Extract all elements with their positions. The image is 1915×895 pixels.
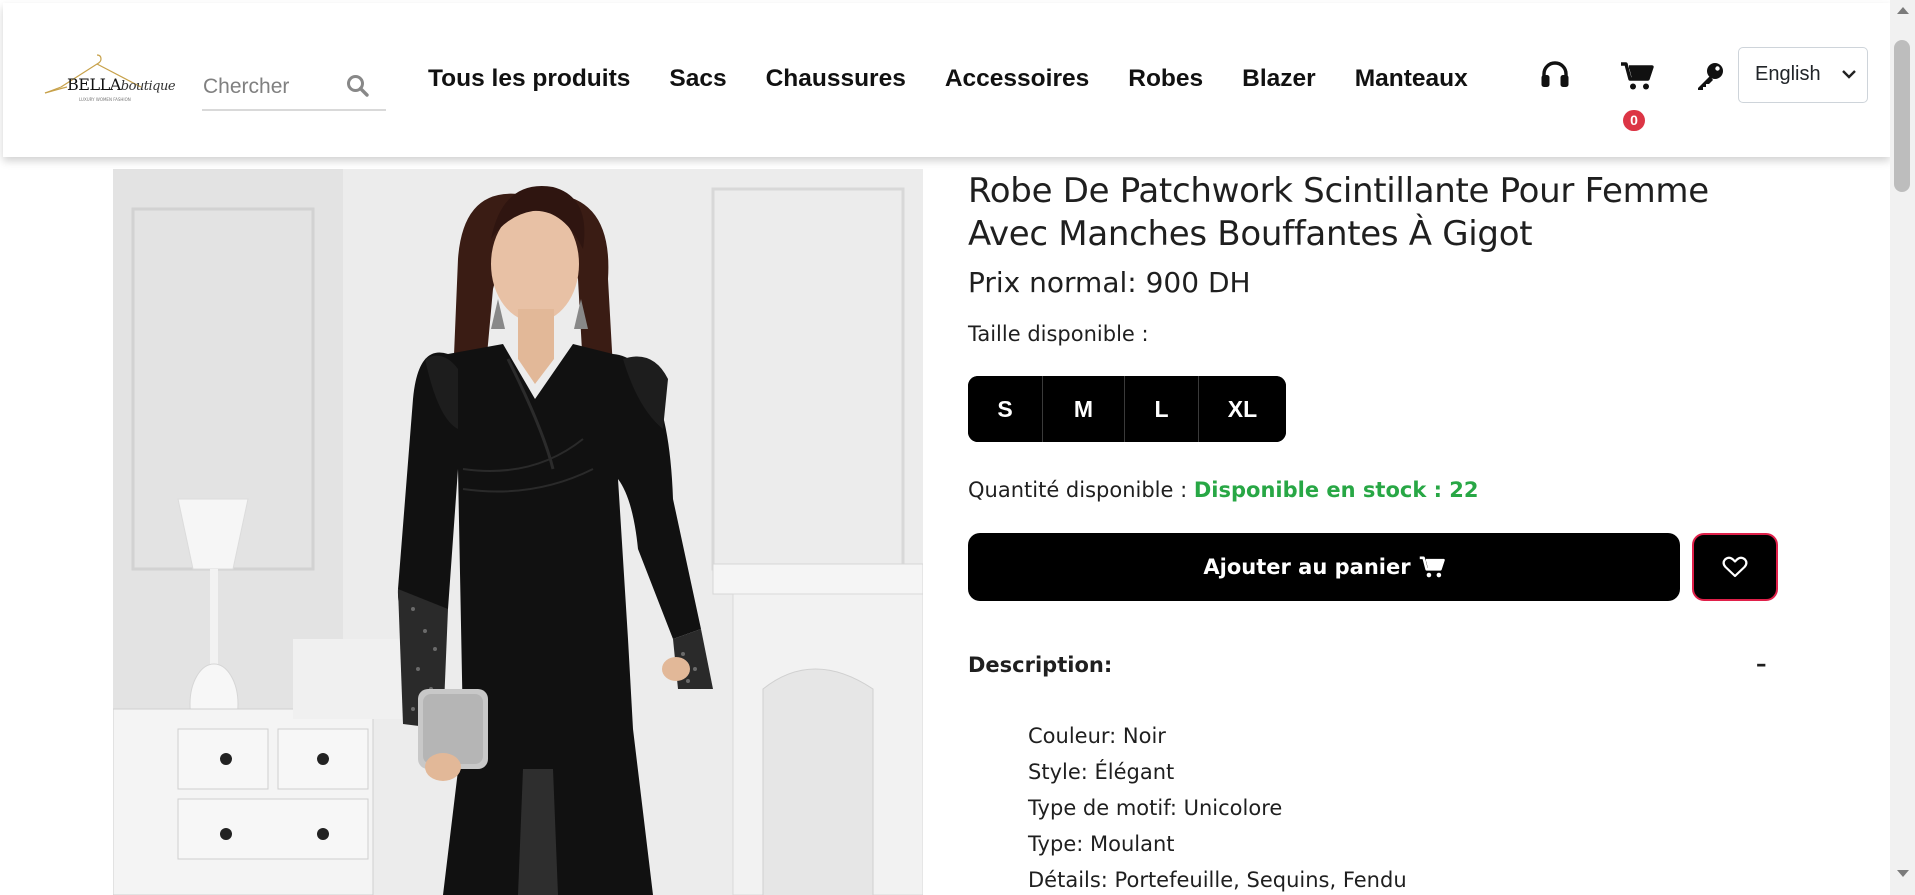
stock-status: Disponible en stock : 22 — [1193, 478, 1479, 502]
size-option-s[interactable]: S — [968, 376, 1042, 442]
scroll-up-arrow-icon[interactable] — [1897, 7, 1909, 14]
description-item: Couleur: Noir — [1028, 724, 1166, 748]
scroll-thumb[interactable] — [1894, 40, 1910, 192]
scroll-down-arrow-icon[interactable] — [1897, 870, 1909, 877]
logo-script: boutique — [120, 79, 176, 94]
product-image[interactable] — [113, 169, 923, 895]
description-title: Description: — [968, 653, 1113, 677]
page-scrollbar[interactable] — [1890, 0, 1915, 895]
size-option-xl[interactable]: XL — [1198, 376, 1286, 442]
wishlist-button[interactable] — [1692, 533, 1778, 601]
product-photo — [113, 169, 923, 895]
heart-icon — [1722, 556, 1748, 578]
logo-text: BELLAboutique — [67, 75, 176, 94]
add-to-cart-label: Ajouter au panier — [1203, 555, 1411, 579]
chevron-down-icon — [1842, 70, 1856, 79]
quantity-label: Quantité disponible : — [968, 478, 1188, 502]
size-option-l[interactable]: L — [1124, 376, 1198, 442]
description-item: Type: Moulant — [1028, 832, 1175, 856]
search-box — [202, 65, 386, 111]
product-page: BELLAboutique LUXURY WOMEN FASHION Tous … — [0, 0, 1915, 895]
size-selector: S M L XL — [968, 376, 1286, 442]
description-list: Couleur: Noir Style: Élégant Type de mot… — [1028, 718, 1407, 895]
nav-item-all-products[interactable]: Tous les produits — [428, 65, 630, 93]
collapse-icon: – — [1756, 652, 1767, 676]
size-option-m[interactable]: M — [1042, 376, 1124, 442]
product-price: Prix normal: 900 DH — [968, 266, 1251, 299]
add-to-cart-button[interactable]: Ajouter au panier — [968, 533, 1680, 601]
search-icon[interactable] — [345, 73, 371, 99]
cart-count-badge: 0 — [1623, 110, 1645, 131]
description-item: Détails: Portefeuille, Sequins, Fendu — [1028, 868, 1407, 892]
logo-brand: BELLA — [67, 75, 121, 94]
quantity-line: Quantité disponible : Disponible en stoc… — [968, 478, 1479, 502]
brand-logo[interactable]: BELLAboutique LUXURY WOMEN FASHION — [39, 49, 176, 109]
nav-item-bags[interactable]: Sacs — [669, 65, 726, 93]
description-toggle[interactable]: Description: – — [968, 650, 1768, 690]
nav-item-accessories[interactable]: Accessoires — [945, 65, 1089, 93]
description-item: Type de motif: Unicolore — [1028, 796, 1283, 820]
headset-icon[interactable] — [1539, 59, 1571, 91]
shopping-cart-icon[interactable] — [1620, 61, 1654, 91]
logo-tagline: LUXURY WOMEN FASHION — [79, 97, 131, 102]
nav-item-shoes[interactable]: Chaussures — [766, 65, 906, 93]
nav-item-blazer[interactable]: Blazer — [1242, 65, 1316, 93]
search-input[interactable] — [203, 71, 341, 103]
main-nav: Tous les produits Sacs Chaussures Access… — [428, 59, 1468, 99]
description-item: Style: Élégant — [1028, 760, 1175, 784]
size-label: Taille disponible : — [968, 322, 1149, 346]
language-value: English — [1755, 63, 1821, 85]
language-select[interactable]: English — [1738, 47, 1868, 103]
nav-item-coats[interactable]: Manteaux — [1355, 65, 1468, 93]
key-icon[interactable] — [1695, 61, 1725, 91]
nav-item-dresses[interactable]: Robes — [1128, 65, 1203, 93]
site-header: BELLAboutique LUXURY WOMEN FASHION Tous … — [3, 3, 1890, 157]
shopping-cart-icon — [1419, 556, 1445, 578]
product-title: Robe De Patchwork Scintillante Pour Femm… — [968, 171, 1709, 254]
